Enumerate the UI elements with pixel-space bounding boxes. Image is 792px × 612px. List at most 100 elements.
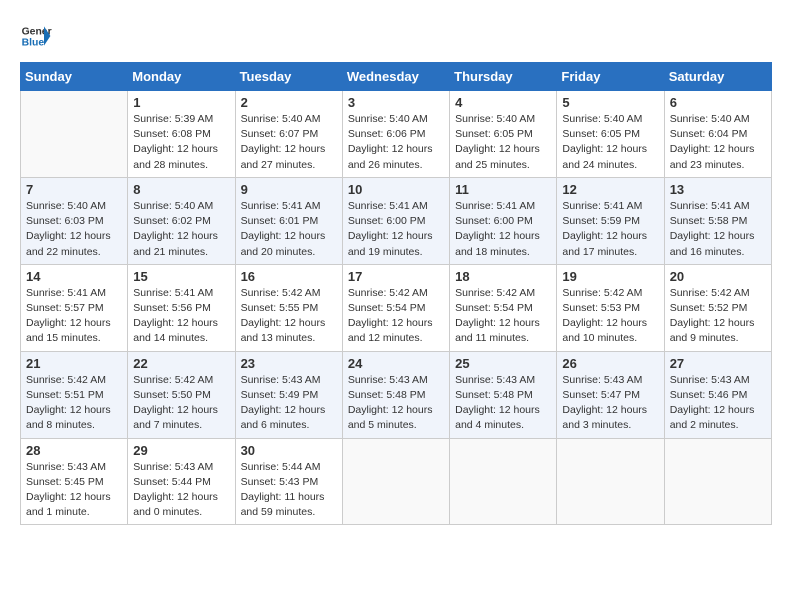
day-cell: 26Sunrise: 5:43 AM Sunset: 5:47 PM Dayli… xyxy=(557,351,664,438)
day-info: Sunrise: 5:41 AM Sunset: 5:56 PM Dayligh… xyxy=(133,286,229,347)
day-cell: 6 Sunrise: 5:40 AM Sunset: 6:04 PM Daylig… xyxy=(664,91,771,178)
day-info: Sunrise: 5:43 AM Sunset: 5:44 PM Dayligh… xyxy=(133,460,229,521)
day-info: Sunrise: 5:40 AM Sunset: 6:03 PM Dayligh… xyxy=(26,199,122,260)
day-cell: 24 Sunrise: 5:43 AM Sunset: 5:48 PM Dayli… xyxy=(342,351,449,438)
day-cell: 23 Sunrise: 5:43 AM Sunset: 5:49 PM Dayli… xyxy=(235,351,342,438)
day-cell: 16Sunrise: 5:42 AM Sunset: 5:55 PM Dayli… xyxy=(235,264,342,351)
day-info: Sunrise: 5:43 AM Sunset: 5:45 PM Dayligh… xyxy=(26,460,122,521)
day-number: 3 xyxy=(348,95,444,110)
weekday-header-saturday: Saturday xyxy=(664,63,771,91)
day-cell: 29 Sunrise: 5:43 AM Sunset: 5:44 PM Dayli… xyxy=(128,438,235,525)
day-cell xyxy=(664,438,771,525)
day-info: Sunrise: 5:41 AM Sunset: 5:58 PM Dayligh… xyxy=(670,199,766,260)
day-number: 15 xyxy=(133,269,229,284)
day-cell: 18 Sunrise: 5:42 AM Sunset: 5:54 PM Dayli… xyxy=(450,264,557,351)
day-number: 13 xyxy=(670,182,766,197)
day-info: Sunrise: 5:40 AM Sunset: 6:07 PM Dayligh… xyxy=(241,112,337,173)
day-cell: 12 Sunrise: 5:41 AM Sunset: 5:59 PM Dayli… xyxy=(557,177,664,264)
page-header: General Blue xyxy=(20,20,772,52)
day-info: Sunrise: 5:40 AM Sunset: 6:06 PM Dayligh… xyxy=(348,112,444,173)
week-row-2: 7 Sunrise: 5:40 AM Sunset: 6:03 PM Daylig… xyxy=(21,177,772,264)
day-cell xyxy=(342,438,449,525)
day-number: 20 xyxy=(670,269,766,284)
day-cell: 17 Sunrise: 5:42 AM Sunset: 5:54 PM Dayli… xyxy=(342,264,449,351)
day-info: Sunrise: 5:42 AM Sunset: 5:52 PM Dayligh… xyxy=(670,286,766,347)
day-info: Sunrise: 5:42 AM Sunset: 5:51 PM Dayligh… xyxy=(26,373,122,434)
day-info: Sunrise: 5:43 AM Sunset: 5:48 PM Dayligh… xyxy=(348,373,444,434)
day-number: 11 xyxy=(455,182,551,197)
day-number: 4 xyxy=(455,95,551,110)
day-cell: 27 Sunrise: 5:43 AM Sunset: 5:46 PM Dayli… xyxy=(664,351,771,438)
day-number: 17 xyxy=(348,269,444,284)
day-number: 27 xyxy=(670,356,766,371)
day-cell: 28 Sunrise: 5:43 AM Sunset: 5:45 PM Dayli… xyxy=(21,438,128,525)
day-cell: 10 Sunrise: 5:41 AM Sunset: 6:00 PM Dayli… xyxy=(342,177,449,264)
day-info: Sunrise: 5:43 AM Sunset: 5:48 PM Dayligh… xyxy=(455,373,551,434)
week-row-5: 28 Sunrise: 5:43 AM Sunset: 5:45 PM Dayli… xyxy=(21,438,772,525)
day-info: Sunrise: 5:41 AM Sunset: 5:59 PM Dayligh… xyxy=(562,199,658,260)
day-number: 29 xyxy=(133,443,229,458)
weekday-header-friday: Friday xyxy=(557,63,664,91)
day-number: 7 xyxy=(26,182,122,197)
day-info: Sunrise: 5:42 AM Sunset: 5:50 PM Dayligh… xyxy=(133,373,229,434)
day-number: 23 xyxy=(241,356,337,371)
day-info: Sunrise: 5:42 AM Sunset: 5:55 PM Dayligh… xyxy=(241,286,337,347)
day-info: Sunrise: 5:41 AM Sunset: 6:01 PM Dayligh… xyxy=(241,199,337,260)
day-cell: 9 Sunrise: 5:41 AM Sunset: 6:01 PM Daylig… xyxy=(235,177,342,264)
weekday-header-thursday: Thursday xyxy=(450,63,557,91)
day-cell: 2 Sunrise: 5:40 AM Sunset: 6:07 PM Daylig… xyxy=(235,91,342,178)
day-info: Sunrise: 5:43 AM Sunset: 5:49 PM Dayligh… xyxy=(241,373,337,434)
day-number: 2 xyxy=(241,95,337,110)
weekday-header-wednesday: Wednesday xyxy=(342,63,449,91)
day-number: 25 xyxy=(455,356,551,371)
day-info: Sunrise: 5:40 AM Sunset: 6:02 PM Dayligh… xyxy=(133,199,229,260)
day-cell xyxy=(450,438,557,525)
day-number: 12 xyxy=(562,182,658,197)
day-number: 22 xyxy=(133,356,229,371)
weekday-header-monday: Monday xyxy=(128,63,235,91)
day-number: 30 xyxy=(241,443,337,458)
day-cell xyxy=(21,91,128,178)
day-number: 10 xyxy=(348,182,444,197)
logo-icon: General Blue xyxy=(20,20,52,52)
calendar-table: SundayMondayTuesdayWednesdayThursdayFrid… xyxy=(20,62,772,525)
day-cell: 11 Sunrise: 5:41 AM Sunset: 6:00 PM Dayli… xyxy=(450,177,557,264)
day-cell: 30Sunrise: 5:44 AM Sunset: 5:43 PM Dayli… xyxy=(235,438,342,525)
day-info: Sunrise: 5:42 AM Sunset: 5:53 PM Dayligh… xyxy=(562,286,658,347)
day-cell xyxy=(557,438,664,525)
day-cell: 15 Sunrise: 5:41 AM Sunset: 5:56 PM Dayli… xyxy=(128,264,235,351)
day-number: 6 xyxy=(670,95,766,110)
week-row-3: 14Sunrise: 5:41 AM Sunset: 5:57 PM Dayli… xyxy=(21,264,772,351)
day-info: Sunrise: 5:40 AM Sunset: 6:04 PM Dayligh… xyxy=(670,112,766,173)
day-cell: 22 Sunrise: 5:42 AM Sunset: 5:50 PM Dayli… xyxy=(128,351,235,438)
day-number: 24 xyxy=(348,356,444,371)
day-number: 18 xyxy=(455,269,551,284)
day-cell: 13 Sunrise: 5:41 AM Sunset: 5:58 PM Dayli… xyxy=(664,177,771,264)
day-number: 8 xyxy=(133,182,229,197)
logo: General Blue xyxy=(20,20,52,52)
day-info: Sunrise: 5:42 AM Sunset: 5:54 PM Dayligh… xyxy=(455,286,551,347)
day-cell: 25 Sunrise: 5:43 AM Sunset: 5:48 PM Dayli… xyxy=(450,351,557,438)
day-cell: 19Sunrise: 5:42 AM Sunset: 5:53 PM Dayli… xyxy=(557,264,664,351)
day-cell: 8 Sunrise: 5:40 AM Sunset: 6:02 PM Daylig… xyxy=(128,177,235,264)
day-info: Sunrise: 5:43 AM Sunset: 5:46 PM Dayligh… xyxy=(670,373,766,434)
day-info: Sunrise: 5:39 AM Sunset: 6:08 PM Dayligh… xyxy=(133,112,229,173)
day-number: 28 xyxy=(26,443,122,458)
weekday-header-tuesday: Tuesday xyxy=(235,63,342,91)
day-cell: 1 Sunrise: 5:39 AM Sunset: 6:08 PM Daylig… xyxy=(128,91,235,178)
day-cell: 14Sunrise: 5:41 AM Sunset: 5:57 PM Dayli… xyxy=(21,264,128,351)
day-info: Sunrise: 5:41 AM Sunset: 6:00 PM Dayligh… xyxy=(455,199,551,260)
day-info: Sunrise: 5:42 AM Sunset: 5:54 PM Dayligh… xyxy=(348,286,444,347)
day-cell: 7 Sunrise: 5:40 AM Sunset: 6:03 PM Daylig… xyxy=(21,177,128,264)
day-number: 9 xyxy=(241,182,337,197)
day-info: Sunrise: 5:41 AM Sunset: 6:00 PM Dayligh… xyxy=(348,199,444,260)
day-number: 21 xyxy=(26,356,122,371)
day-info: Sunrise: 5:40 AM Sunset: 6:05 PM Dayligh… xyxy=(562,112,658,173)
day-info: Sunrise: 5:41 AM Sunset: 5:57 PM Dayligh… xyxy=(26,286,122,347)
week-row-4: 21 Sunrise: 5:42 AM Sunset: 5:51 PM Dayli… xyxy=(21,351,772,438)
weekday-header-sunday: Sunday xyxy=(21,63,128,91)
day-number: 26 xyxy=(562,356,658,371)
week-row-1: 1 Sunrise: 5:39 AM Sunset: 6:08 PM Daylig… xyxy=(21,91,772,178)
day-number: 1 xyxy=(133,95,229,110)
weekday-header-row: SundayMondayTuesdayWednesdayThursdayFrid… xyxy=(21,63,772,91)
